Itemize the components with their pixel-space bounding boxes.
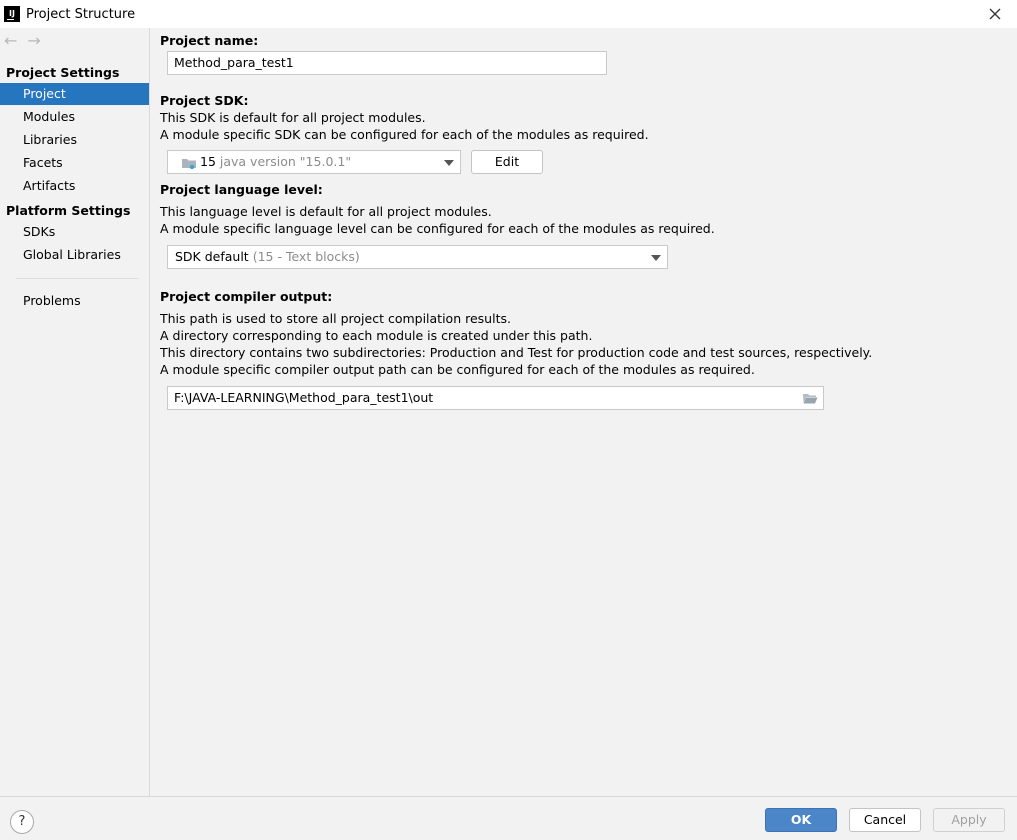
- intellij-logo-icon: IJ: [4, 6, 20, 22]
- folder-browse-icon[interactable]: [802, 392, 818, 405]
- project-sdk-label: Project SDK:: [160, 93, 249, 108]
- language-level-detail: (15 - Text blocks): [252, 249, 360, 264]
- apply-button[interactable]: Apply: [933, 808, 1005, 832]
- section-platform-settings: Platform Settings: [6, 203, 131, 218]
- help-button[interactable]: ?: [10, 810, 34, 834]
- language-level-value: SDK default: [175, 249, 249, 264]
- title-bar: IJ Project Structure: [0, 0, 1017, 28]
- sidebar-item-libraries[interactable]: Libraries: [0, 129, 149, 151]
- sidebar-item-problems[interactable]: Problems: [0, 290, 149, 312]
- project-name-input[interactable]: Method_para_test1: [167, 51, 607, 75]
- project-sdk-dropdown[interactable]: 15 java version "15.0.1": [167, 150, 461, 174]
- chevron-down-icon: [444, 160, 454, 166]
- sidebar-item-facets[interactable]: Facets: [0, 152, 149, 174]
- compiler-output-input[interactable]: F:\JAVA-LEARNING\Method_para_test1\out: [167, 386, 824, 410]
- project-name-label: Project name:: [160, 33, 259, 48]
- sidebar-item-artifacts[interactable]: Artifacts: [0, 175, 149, 197]
- sidebar-item-global-libraries[interactable]: Global Libraries: [0, 244, 149, 266]
- close-button[interactable]: [985, 4, 1005, 24]
- close-icon: [989, 8, 1001, 20]
- sidebar-item-project[interactable]: Project: [0, 83, 149, 105]
- ok-button[interactable]: OK: [765, 808, 837, 832]
- sidebar-item-sdks[interactable]: SDKs: [0, 221, 149, 243]
- back-arrow-icon[interactable]: ←: [4, 32, 17, 50]
- sdk-version: 15: [200, 154, 216, 169]
- nav-arrows: ← →: [4, 32, 41, 50]
- chevron-down-icon: [651, 255, 661, 261]
- cancel-button[interactable]: Cancel: [849, 808, 921, 832]
- compiler-output-desc-3: This directory contains two subdirectori…: [160, 345, 873, 360]
- sidebar: ← → Project Settings Project Modules Lib…: [0, 28, 150, 796]
- edit-sdk-button[interactable]: Edit: [471, 150, 543, 174]
- forward-arrow-icon[interactable]: →: [27, 32, 40, 50]
- compiler-output-desc-2: A directory corresponding to each module…: [160, 328, 593, 343]
- main-content: Project name: Method_para_test1 Project …: [150, 28, 1017, 796]
- project-sdk-desc-1: This SDK is default for all project modu…: [160, 110, 426, 125]
- dialog-footer: ? OK Cancel Apply: [0, 796, 1017, 840]
- project-sdk-desc-2: A module specific SDK can be configured …: [160, 127, 649, 142]
- sdk-folder-icon: [182, 159, 196, 170]
- compiler-output-desc-1: This path is used to store all project c…: [160, 311, 511, 326]
- language-level-desc-1: This language level is default for all p…: [160, 204, 492, 219]
- window-title: Project Structure: [26, 6, 136, 22]
- sidebar-divider: [16, 278, 138, 279]
- sidebar-item-modules[interactable]: Modules: [0, 106, 149, 128]
- language-level-desc-2: A module specific language level can be …: [160, 221, 715, 236]
- compiler-output-desc-4: A module specific compiler output path c…: [160, 362, 755, 377]
- compiler-output-path: F:\JAVA-LEARNING\Method_para_test1\out: [174, 390, 434, 405]
- sdk-version-detail: java version "15.0.1": [219, 154, 352, 169]
- language-level-label: Project language level:: [160, 182, 323, 197]
- language-level-dropdown[interactable]: SDK default (15 - Text blocks): [167, 245, 668, 269]
- compiler-output-label: Project compiler output:: [160, 289, 333, 304]
- section-project-settings: Project Settings: [6, 65, 120, 80]
